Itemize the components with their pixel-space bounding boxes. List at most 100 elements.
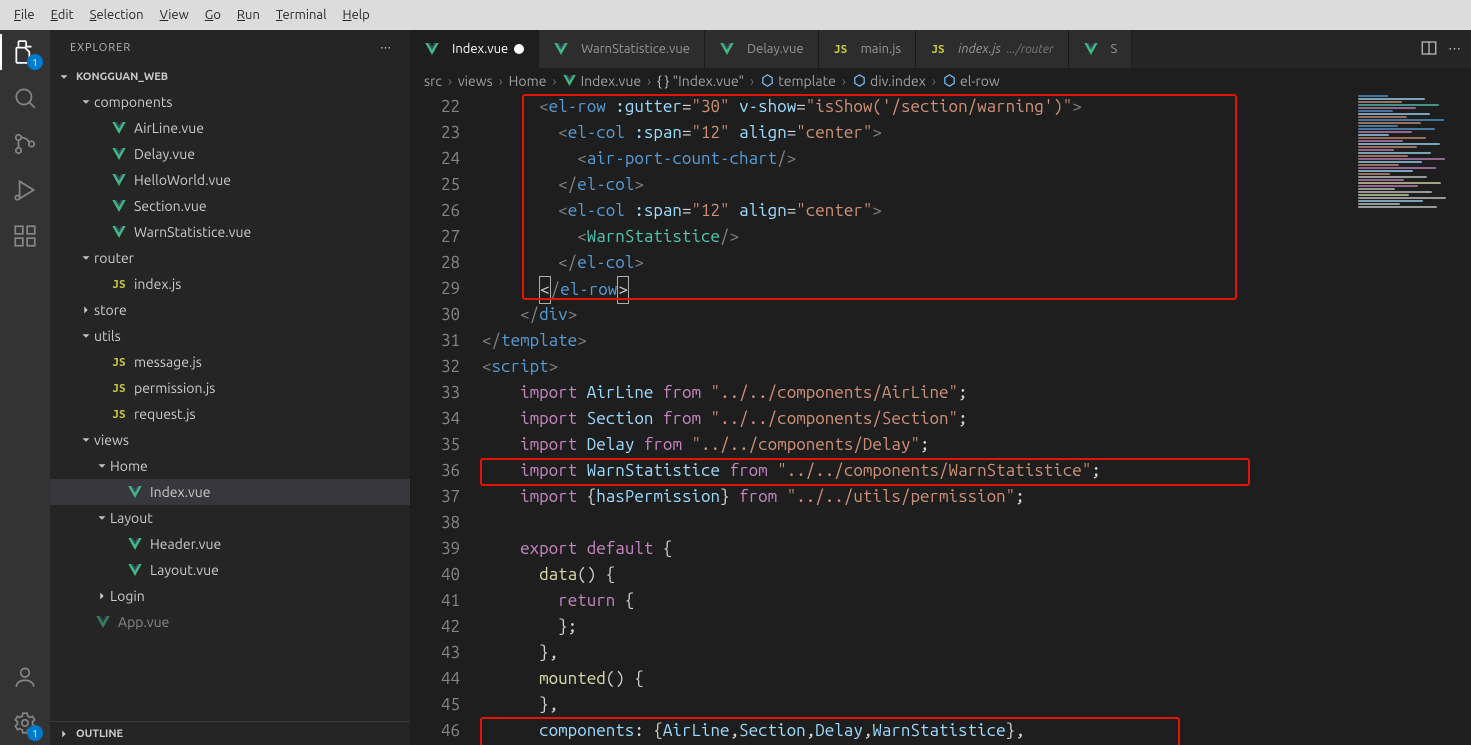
menu-view[interactable]: View — [152, 4, 197, 26]
editor-tab[interactable]: JSmain.js — [819, 30, 916, 68]
sidebar-more-icon[interactable]: ⋯ — [380, 41, 392, 54]
breadcrumb-item[interactable]: template — [760, 73, 836, 89]
breadcrumb-item[interactable]: Home — [509, 73, 547, 89]
line-number: 41 — [410, 588, 482, 614]
extensions-icon[interactable] — [11, 222, 39, 250]
code-line[interactable]: 33 import AirLine from "../../components… — [410, 380, 1351, 406]
code-line[interactable]: 28 </el-col> — [410, 250, 1351, 276]
code-content: }, — [482, 640, 1351, 666]
code-editor[interactable]: 22 <el-row :gutter="30" v-show="isShow('… — [410, 94, 1351, 745]
breadcrumb-item[interactable]: Index.vue — [562, 73, 641, 89]
minimap-line — [1358, 173, 1390, 175]
workbench: 1 1 EXPLORE — [0, 30, 1471, 745]
line-number: 43 — [410, 640, 482, 666]
tree-item[interactable]: Header.vue — [50, 531, 410, 557]
menu-selection[interactable]: Selection — [82, 4, 152, 26]
code-line[interactable]: 44 mounted() { — [410, 666, 1351, 692]
tree-item[interactable]: views — [50, 427, 410, 453]
breadcrumb-item[interactable]: { } "Index.vue" — [657, 73, 744, 89]
code-line[interactable]: 35 import Delay from "../../components/D… — [410, 432, 1351, 458]
split-editor-icon[interactable] — [1420, 39, 1438, 60]
tree-item[interactable]: Login — [50, 583, 410, 609]
tree-item[interactable]: Index.vue — [50, 479, 410, 505]
menu-terminal[interactable]: Terminal — [268, 4, 335, 26]
editor-tab[interactable]: S — [1069, 30, 1133, 68]
breadcrumb-separator-icon: › — [842, 73, 846, 89]
code-line[interactable]: 38 — [410, 510, 1351, 536]
code-line[interactable]: 24 <air-port-count-chart/> — [410, 146, 1351, 172]
tree-item[interactable]: Home — [50, 453, 410, 479]
code-line[interactable]: 34 import Section from "../../components… — [410, 406, 1351, 432]
code-line[interactable]: 26 <el-col :span="12" align="center"> — [410, 198, 1351, 224]
tree-item[interactable]: HelloWorld.vue — [50, 167, 410, 193]
code-line[interactable]: 45 }, — [410, 692, 1351, 718]
editor-tab[interactable]: Delay.vue — [705, 30, 819, 68]
code-content: <el-row :gutter="30" v-show="isShow('/se… — [482, 94, 1351, 120]
tree-item[interactable]: Layout — [50, 505, 410, 531]
file-tree[interactable]: componentsAirLine.vue Delay.vue HelloWorld… — [50, 89, 410, 721]
settings-gear-icon[interactable]: 1 — [11, 709, 39, 737]
tab-label: S — [1111, 42, 1118, 56]
run-debug-icon[interactable] — [11, 176, 39, 204]
code-line[interactable]: 27 <WarnStatistice/> — [410, 224, 1351, 250]
code-line[interactable]: 22 <el-row :gutter="30" v-show="isShow('… — [410, 94, 1351, 120]
settings-badge: 1 — [27, 725, 43, 741]
tree-item[interactable]: components — [50, 89, 410, 115]
breadcrumb-item[interactable]: el-row — [942, 73, 1000, 89]
editor-tab[interactable]: WarnStatistice.vue — [539, 30, 705, 68]
code-line[interactable]: 32<script> — [410, 354, 1351, 380]
vue-file-icon — [94, 614, 112, 630]
editor-tab[interactable]: JSindex.js.../router — [916, 30, 1068, 68]
menu-run[interactable]: Run — [229, 4, 268, 26]
tree-item[interactable]: WarnStatistice.vue — [50, 219, 410, 245]
tree-item-label: Section.vue — [134, 198, 207, 214]
code-content: mounted() { — [482, 666, 1351, 692]
tree-item[interactable]: JSindex.js — [50, 271, 410, 297]
code-line[interactable]: 40 data() { — [410, 562, 1351, 588]
minimap-line — [1358, 206, 1437, 208]
tree-item[interactable]: JSpermission.js — [50, 375, 410, 401]
source-control-icon[interactable] — [11, 130, 39, 158]
tab-label: WarnStatistice.vue — [581, 42, 690, 56]
code-line[interactable]: 46 components: {AirLine,Section,Delay,Wa… — [410, 718, 1351, 744]
explorer-icon[interactable]: 1 — [11, 38, 39, 66]
tree-item[interactable]: Delay.vue — [50, 141, 410, 167]
tree-item-label: Delay.vue — [134, 146, 195, 162]
code-line[interactable]: 37 import {hasPermission} from "../../ut… — [410, 484, 1351, 510]
breadcrumb-item[interactable]: views — [458, 73, 493, 89]
breadcrumb-item[interactable]: src — [424, 73, 442, 89]
breadcrumb-item[interactable]: div.index — [852, 73, 926, 89]
minimap[interactable] — [1351, 94, 1471, 745]
code-line[interactable]: 41 return { — [410, 588, 1351, 614]
breadcrumbs[interactable]: src›views›Home› Index.vue›{ } "Index.vue… — [410, 68, 1471, 94]
code-line[interactable]: 23 <el-col :span="12" align="center"> — [410, 120, 1351, 146]
search-icon[interactable] — [11, 84, 39, 112]
outline-section[interactable]: OUTLINE — [50, 721, 410, 745]
tab-more-icon[interactable]: ⋯ — [1448, 42, 1461, 57]
code-line[interactable]: 29 </el-row> — [410, 276, 1351, 302]
code-line[interactable]: 39 export default { — [410, 536, 1351, 562]
tree-item[interactable]: Section.vue — [50, 193, 410, 219]
menu-go[interactable]: Go — [197, 4, 229, 26]
code-content: import Section from "../../components/Se… — [482, 406, 1351, 432]
tree-item[interactable]: JSmessage.js — [50, 349, 410, 375]
menu-edit[interactable]: Edit — [43, 4, 82, 26]
accounts-icon[interactable] — [11, 663, 39, 691]
code-line[interactable]: 30 </div> — [410, 302, 1351, 328]
tree-item[interactable]: router — [50, 245, 410, 271]
tree-item[interactable]: Layout.vue — [50, 557, 410, 583]
code-line[interactable]: 25 </el-col> — [410, 172, 1351, 198]
code-line[interactable]: 42 }; — [410, 614, 1351, 640]
tree-item[interactable]: JSrequest.js — [50, 401, 410, 427]
code-line[interactable]: 36 import WarnStatistice from "../../com… — [410, 458, 1351, 484]
tree-item[interactable]: utils — [50, 323, 410, 349]
editor-tab[interactable]: Index.vue — [410, 30, 539, 68]
menu-help[interactable]: Help — [335, 4, 378, 26]
tree-item[interactable]: App.vue — [50, 609, 410, 635]
tree-item[interactable]: AirLine.vue — [50, 115, 410, 141]
code-line[interactable]: 43 }, — [410, 640, 1351, 666]
code-line[interactable]: 31</template> — [410, 328, 1351, 354]
project-section[interactable]: KONGGUAN_WEB — [50, 65, 410, 89]
menu-file[interactable]: File — [6, 4, 43, 26]
tree-item[interactable]: store — [50, 297, 410, 323]
